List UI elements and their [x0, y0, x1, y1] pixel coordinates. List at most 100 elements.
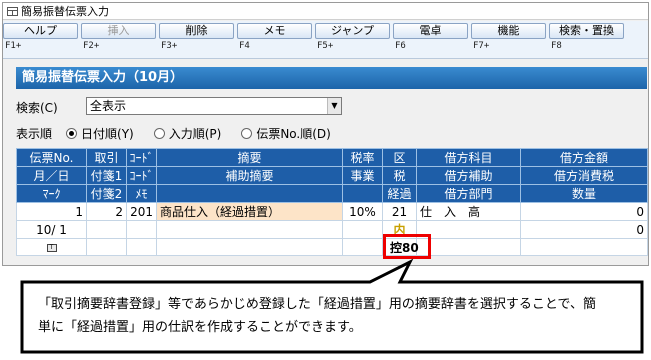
function-button[interactable]: 機能 F7+ [471, 23, 546, 56]
table-cell[interactable] [342, 220, 383, 239]
table-cell[interactable] [86, 238, 127, 256]
delete-key: F3+ [161, 41, 178, 51]
radio-date-order[interactable]: 日付順(Y) [66, 125, 134, 142]
col-sub-description: 補助摘要 [156, 166, 343, 185]
search-row: 検索(C) 全表示 ▼ [16, 97, 342, 116]
search-replace-button[interactable]: 検索・置換 F8 [549, 23, 624, 56]
function-key: F7+ [473, 41, 490, 51]
radio-dot[interactable] [153, 127, 165, 139]
search-replace-key: F8 [551, 41, 562, 51]
col-transaction: 取引 [86, 148, 127, 167]
radio-voucher-order[interactable]: 伝票No.順(D) [241, 125, 331, 142]
insert-key: F2+ [83, 41, 100, 51]
table-cell[interactable]: 10% [342, 202, 383, 221]
radio-voucher-label: 伝票No.順(D) [256, 126, 331, 141]
col-tag2: 付箋2 [86, 184, 127, 203]
table-row: 1 2 201 商品仕入（経過措置） 10% 21 仕 入 高 0 [16, 202, 648, 221]
table-cell[interactable]: 0 [520, 202, 648, 221]
col-debit-tax: 借方消費税 [520, 166, 648, 185]
col-voucher-no: 伝票No. [16, 148, 87, 167]
table-cell[interactable] [416, 238, 521, 256]
col-memo: ﾒﾓ [126, 184, 157, 203]
table-cell[interactable] [126, 220, 157, 239]
table-cell[interactable]: 2 [86, 202, 127, 221]
col-code2: ｺｰﾄﾞ [126, 166, 157, 185]
callout-line: 単に「経過措置」用の仕訳を作成することができます。 [38, 320, 362, 335]
calculator-key: F6 [395, 41, 406, 51]
page-title: 簡易振替伝票入力（10月） [16, 67, 647, 89]
sort-order-label: 表示順 [16, 126, 53, 141]
col-business: 事業 [342, 166, 383, 185]
jump-key: F5+ [317, 41, 334, 51]
memo-button[interactable]: メモ F4 [237, 23, 312, 56]
jump-button-label[interactable]: ジャンプ [315, 23, 390, 39]
col-description: 摘要 [156, 148, 343, 167]
voucher-grid: 伝票No. 取引 ｺｰﾄﾞ 摘要 税率 区 借方科目 借方金額 月／日 付箋1 … [16, 148, 648, 256]
table-cell[interactable]: 10/ 1 [16, 220, 87, 239]
col-empty [156, 184, 343, 203]
function-key-toolbar: ヘルプ F1+ 挿入 F2+ 削除 F3+ メモ F4 ジャンプ F5+ 電卓 F6 機能 F… [3, 21, 648, 59]
col-quantity: 数量 [520, 184, 648, 203]
jump-button[interactable]: ジャンプ F5+ [315, 23, 390, 56]
calculator-button-label[interactable]: 電卓 [393, 23, 468, 39]
col-debit-account: 借方科目 [416, 148, 521, 167]
table-cell[interactable] [416, 220, 521, 239]
col-tax: 税 [382, 166, 417, 185]
radio-date-label: 日付順(Y) [81, 126, 134, 141]
radio-dot-selected[interactable] [66, 127, 78, 139]
col-tag1: 付箋1 [86, 166, 127, 185]
highlight-box: 控80 [383, 234, 431, 259]
table-cell[interactable] [156, 220, 343, 239]
memo-button-label[interactable]: メモ [237, 23, 312, 39]
table-cell[interactable] [86, 220, 127, 239]
search-select[interactable]: 全表示 ▼ [86, 97, 342, 115]
col-debit-dept: 借方部門 [416, 184, 521, 203]
window-title: 簡易振替伝票入力 [21, 5, 109, 18]
highlight-text: 控80 [390, 241, 419, 255]
insert-button[interactable]: 挿入 F2+ [81, 23, 156, 56]
radio-input-label: 入力順(P) [168, 126, 222, 141]
help-key: F1+ [5, 41, 22, 51]
app-icon [7, 6, 18, 16]
table-cell[interactable]: 1 [16, 202, 87, 221]
search-replace-button-label[interactable]: 検索・置換 [549, 23, 624, 39]
title-bar: 簡易振替伝票入力 [3, 3, 648, 20]
table-row: 10/ 1 内 0 [16, 220, 648, 239]
col-mark: ﾏｰｸ [16, 184, 87, 203]
help-button[interactable]: ヘルプ F1+ [3, 23, 78, 56]
description-cell[interactable]: 商品仕入（経過措置） [156, 202, 343, 221]
col-date: 月／日 [16, 166, 87, 185]
table-cell[interactable]: 21 [382, 202, 417, 221]
mark-icon[interactable]: T [46, 243, 57, 252]
table-row: T [16, 238, 648, 256]
table-cell[interactable]: T [16, 238, 87, 256]
calculator-button[interactable]: 電卓 F6 [393, 23, 468, 56]
search-label: 検索(C) [16, 100, 58, 115]
chevron-down-icon[interactable]: ▼ [327, 98, 341, 114]
grid-header-row: ﾏｰｸ 付箋2 ﾒﾓ 経過 借方部門 数量 [16, 184, 648, 203]
table-cell[interactable] [156, 238, 343, 256]
table-cell[interactable] [342, 238, 383, 256]
insert-button-label[interactable]: 挿入 [81, 23, 156, 39]
radio-dot[interactable] [241, 127, 253, 139]
table-cell[interactable] [520, 238, 648, 256]
table-cell[interactable]: 0 [520, 220, 648, 239]
col-category: 区 [382, 148, 417, 167]
delete-button[interactable]: 削除 F3+ [159, 23, 234, 56]
col-debit-amount: 借方金額 [520, 148, 648, 167]
memo-key: F4 [239, 41, 250, 51]
col-tax-rate: 税率 [342, 148, 383, 167]
function-button-label[interactable]: 機能 [471, 23, 546, 39]
sort-order-row: 表示順 日付順(Y) 入力順(P) 伝票No.順(D) [16, 124, 351, 142]
col-debit-sub: 借方補助 [416, 166, 521, 185]
grid-header-row: 月／日 付箋1 ｺｰﾄﾞ 補助摘要 事業 税 借方補助 借方消費税 [16, 166, 648, 185]
table-cell[interactable]: 仕 入 高 [416, 202, 521, 221]
grid-header-row: 伝票No. 取引 ｺｰﾄﾞ 摘要 税率 区 借方科目 借方金額 [16, 148, 648, 167]
delete-button-label[interactable]: 削除 [159, 23, 234, 39]
table-cell[interactable] [126, 238, 157, 256]
help-button-label[interactable]: ヘルプ [3, 23, 78, 39]
radio-input-order[interactable]: 入力順(P) [153, 125, 222, 142]
table-cell[interactable]: 201 [126, 202, 157, 221]
col-transition: 経過 [382, 184, 417, 203]
callout-text: 「取引摘要辞書登録」等であらかじめ登録した「経過措置」用の摘要辞書を選択すること… [38, 293, 638, 339]
